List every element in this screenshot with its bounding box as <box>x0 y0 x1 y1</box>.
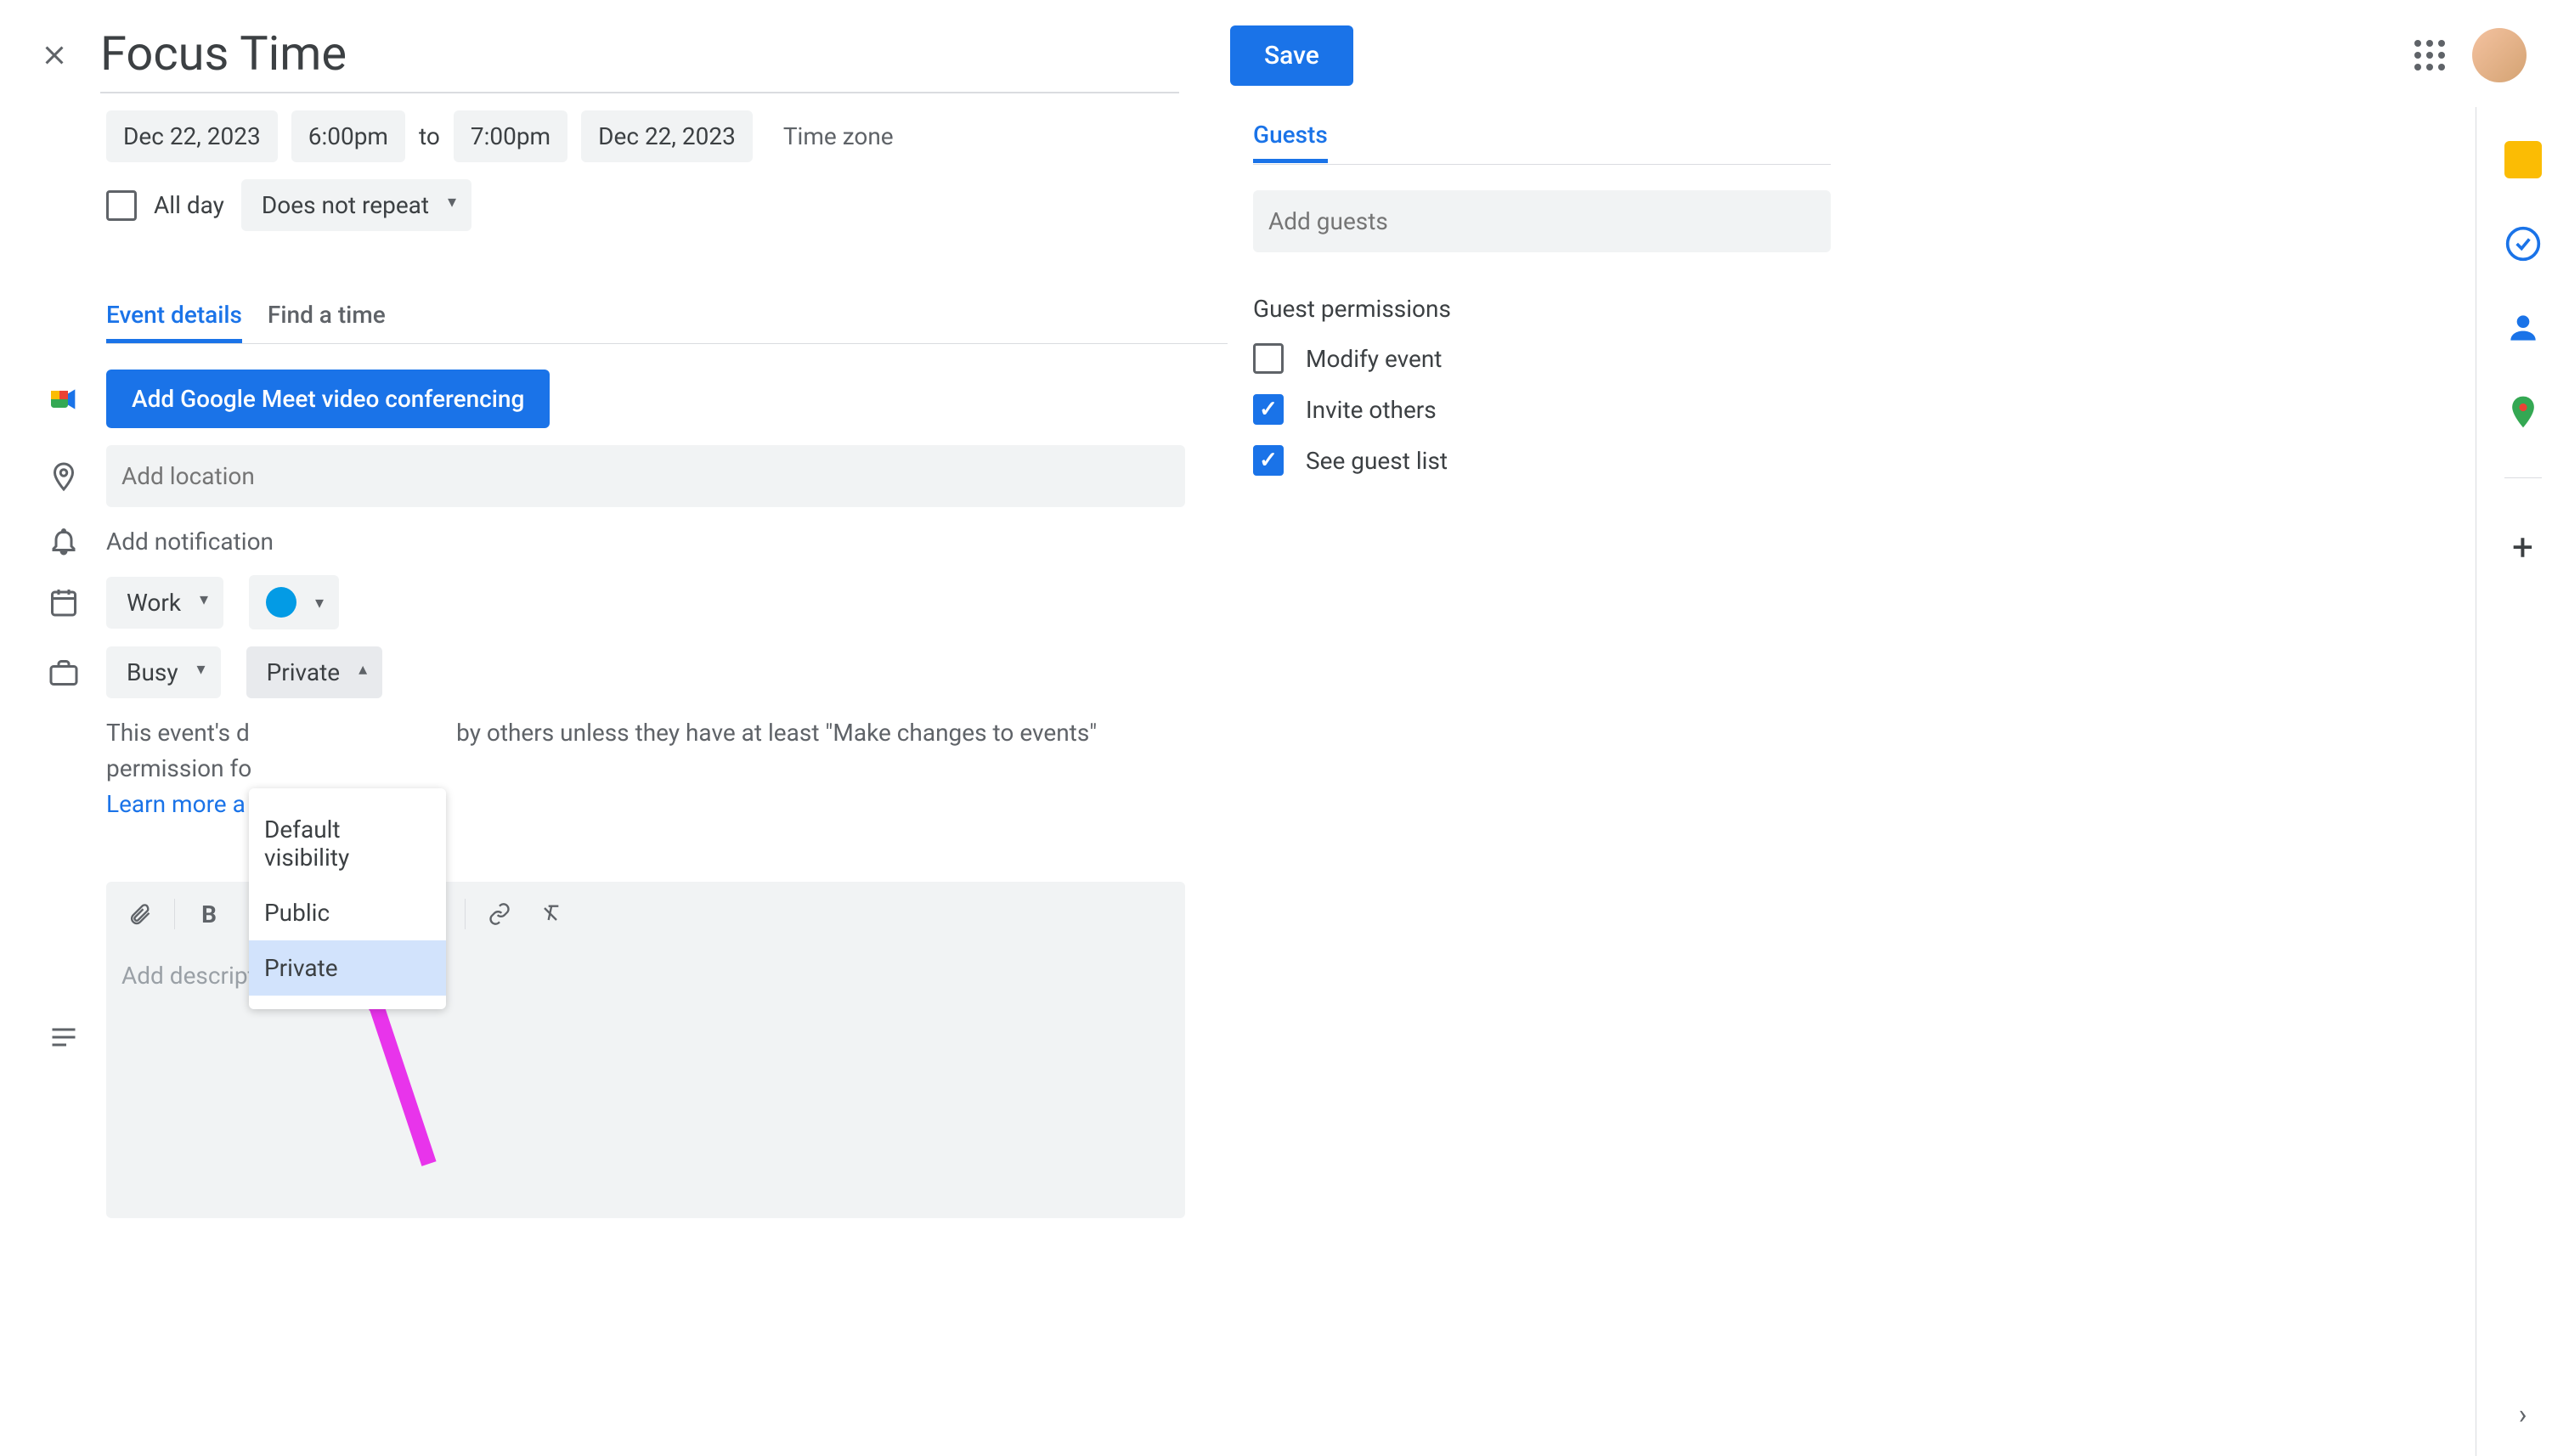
clear-format-icon[interactable] <box>534 897 567 931</box>
visibility-dropdown: Default visibility Public Private <box>249 788 446 1009</box>
visibility-option-public[interactable]: Public <box>249 885 446 940</box>
add-meet-button[interactable]: Add Google Meet video conferencing <box>106 370 550 428</box>
location-input[interactable] <box>106 445 1185 507</box>
link-icon[interactable] <box>483 897 517 931</box>
start-date-chip[interactable]: Dec 22, 2023 <box>106 110 278 162</box>
allday-checkbox[interactable] <box>106 190 137 221</box>
modify-event-label: Modify event <box>1306 345 1442 373</box>
save-button[interactable]: Save <box>1230 25 1353 86</box>
keep-icon[interactable] <box>2504 141 2542 178</box>
tasks-icon[interactable] <box>2504 225 2542 262</box>
availability-select[interactable]: Busy <box>106 646 221 698</box>
notification-icon <box>47 524 81 558</box>
timezone-link[interactable]: Time zone <box>783 122 894 150</box>
invite-others-label: Invite others <box>1306 396 1437 424</box>
color-select[interactable] <box>249 575 339 629</box>
visibility-select[interactable]: Private <box>246 646 383 698</box>
calendar-select[interactable]: Work <box>106 577 223 629</box>
google-apps-icon[interactable] <box>2404 30 2455 81</box>
tab-guests[interactable]: Guests <box>1253 110 1328 163</box>
visibility-option-default[interactable]: Default visibility <box>249 802 446 885</box>
end-time-chip[interactable]: 7:00pm <box>454 110 567 162</box>
event-title-input[interactable] <box>100 17 1179 93</box>
start-time-chip[interactable]: 6:00pm <box>291 110 405 162</box>
briefcase-icon <box>47 656 81 690</box>
add-guests-input[interactable] <box>1253 190 1831 252</box>
calendar-icon <box>47 585 81 619</box>
maps-icon[interactable] <box>2504 393 2542 431</box>
close-button[interactable] <box>34 35 75 76</box>
guest-permissions-title: Guest permissions <box>1253 295 1831 323</box>
account-avatar[interactable] <box>2472 28 2527 82</box>
tab-event-details[interactable]: Event details <box>106 291 242 343</box>
color-dot <box>266 587 296 618</box>
meet-icon <box>47 382 81 416</box>
collapse-panel-button[interactable]: › <box>2519 1398 2527 1431</box>
tab-find-a-time[interactable]: Find a time <box>268 291 386 343</box>
add-notification-button[interactable]: Add notification <box>106 528 274 556</box>
end-date-chip[interactable]: Dec 22, 2023 <box>581 110 753 162</box>
allday-label: All day <box>154 191 224 219</box>
location-icon <box>47 460 81 494</box>
bold-icon[interactable]: B <box>192 897 226 931</box>
see-guest-list-label: See guest list <box>1306 447 1448 475</box>
visibility-option-private[interactable]: Private <box>249 940 446 996</box>
to-label: to <box>419 122 440 150</box>
contacts-icon[interactable] <box>2504 309 2542 347</box>
description-icon <box>47 1020 81 1054</box>
see-guest-list-checkbox[interactable] <box>1253 445 1284 476</box>
close-icon <box>39 40 70 71</box>
invite-others-checkbox[interactable] <box>1253 394 1284 425</box>
attach-icon[interactable] <box>123 897 157 931</box>
learn-more-link[interactable]: Learn more a <box>106 790 246 818</box>
add-addon-button[interactable]: + <box>2512 525 2533 569</box>
repeat-select[interactable]: Does not repeat <box>241 179 471 231</box>
side-panel: + › <box>2476 107 2569 1456</box>
modify-event-checkbox[interactable] <box>1253 343 1284 374</box>
